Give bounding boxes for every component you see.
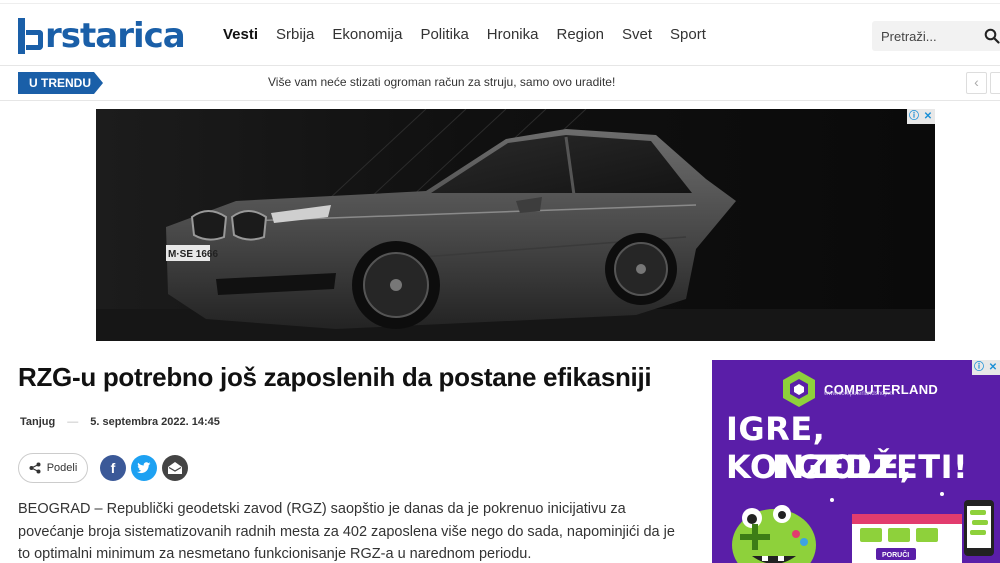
trending-prev-button[interactable]: ‹ [966, 72, 987, 94]
share-button[interactable]: Podeli [18, 453, 88, 483]
article-body: BEOGRAD – Republički geodetski zavod (RG… [18, 501, 675, 562]
meta-separator: — [67, 416, 79, 428]
article-title: RZG-u potrebno još zaposlenih da postane… [18, 362, 652, 392]
car-advertisement[interactable]: M·SE 1666 ⓘ ✕ [96, 109, 935, 341]
svg-text:PORUČI: PORUČI [882, 550, 909, 559]
share-icon [29, 462, 41, 474]
search-icon[interactable] [984, 28, 1000, 44]
ad-illustration: PORUČI [732, 492, 994, 563]
nav-item-svet[interactable]: Svet [613, 25, 661, 45]
main-nav: Vesti Srbija Ekonomija Politika Hronika … [214, 25, 715, 45]
ad-choices-badge[interactable]: ⓘ ✕ [907, 109, 935, 124]
nav-item-vesti[interactable]: Vesti [214, 25, 267, 45]
article-date: 5. septembra 2022. 14:45 [90, 416, 220, 428]
nav-item-politika[interactable]: Politika [411, 25, 477, 45]
computerland-url: www.computerlandshop.rs [824, 391, 895, 397]
share-label: Podeli [46, 462, 78, 474]
site-logo[interactable]: rstarica [18, 16, 186, 56]
share-bar: Podeli f [18, 453, 188, 483]
trending-next-button[interactable] [990, 72, 1000, 94]
nav-item-srbija[interactable]: Srbija [267, 25, 323, 45]
site-header: rstarica Vesti Srbija Ekonomija Politika… [0, 6, 1000, 66]
logo-k-mark [18, 18, 44, 54]
article-meta: Tanjug — 5. septembra 2022. 14:45 [20, 416, 220, 428]
svg-text:M·SE 1666: M·SE 1666 [168, 249, 218, 260]
ad-close-icon-side[interactable]: ✕ [986, 360, 1000, 375]
ad-headline-line2: I GEDŽETI! [772, 448, 969, 486]
logo-text: rstarica [45, 16, 186, 56]
ad-info-icon[interactable]: ⓘ [907, 109, 921, 124]
facebook-share-icon[interactable]: f [100, 455, 126, 481]
trending-label: U TRENDU [18, 72, 103, 94]
ad-info-icon-side[interactable]: ⓘ [972, 360, 986, 375]
car-ad-image: M·SE 1666 [96, 109, 935, 341]
search-input[interactable] [872, 21, 980, 51]
email-share-icon[interactable] [162, 455, 188, 481]
article-author[interactable]: Tanjug [20, 416, 55, 428]
nav-item-hronika[interactable]: Hronika [478, 25, 548, 45]
computerland-hex-icon [783, 371, 815, 407]
ad-close-icon[interactable]: ✕ [921, 109, 935, 124]
nav-item-sport[interactable]: Sport [661, 25, 715, 45]
top-border [0, 0, 1000, 4]
twitter-share-icon[interactable] [131, 455, 157, 481]
search-box [872, 21, 1000, 51]
computerland-advertisement[interactable]: COMPUTERLAND www.computerlandshop.rs IGR… [712, 360, 1000, 563]
trending-headline-link[interactable]: Više vam neće stizati ogroman račun za s… [268, 75, 615, 89]
trending-bar: U TRENDU Više vam neće stizati ogroman r… [0, 66, 1000, 101]
nav-item-region[interactable]: Region [547, 25, 613, 45]
nav-item-ekonomija[interactable]: Ekonomija [323, 25, 411, 45]
computerland-logo: COMPUTERLAND [782, 370, 938, 408]
ad-choices-badge-side[interactable]: ⓘ ✕ [972, 360, 1000, 375]
